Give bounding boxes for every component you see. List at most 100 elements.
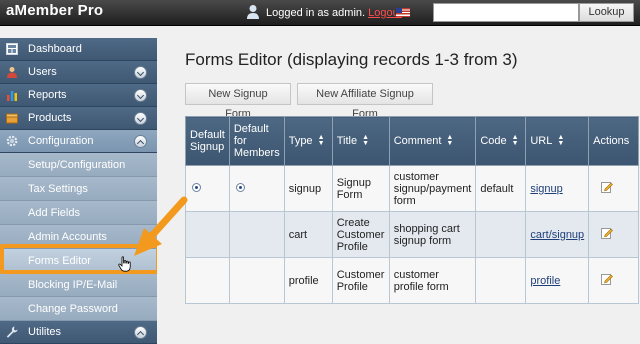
sort-icon[interactable]: ▲ ▼	[318, 134, 325, 147]
col-comment[interactable]: Comment ▲ ▼	[388, 116, 477, 166]
sidebar-item-dashboard[interactable]: Dashboard	[0, 38, 157, 61]
title-cell: Customer Profile	[331, 257, 390, 304]
sidebar-subitem-label: Add Fields	[28, 207, 80, 219]
code-cell	[475, 211, 527, 258]
sidebar-item-utilites[interactable]: Utilites	[0, 321, 157, 344]
col-title[interactable]: Title ▲ ▼	[331, 116, 390, 166]
search-input[interactable]	[433, 3, 579, 22]
sidebar-subitem-setup-configuration[interactable]: Setup/Configuration	[0, 153, 157, 177]
title-cell: Signup Form	[331, 165, 390, 212]
column-header-label: Default Signup	[190, 129, 225, 153]
edit-icon[interactable]	[601, 227, 614, 239]
column-header-label: Title	[336, 134, 358, 147]
sidebar-item-label: Products	[28, 112, 72, 124]
default-signup-cell	[185, 211, 230, 258]
sidebar-item-products[interactable]: Products	[0, 107, 157, 130]
default-members-cell	[228, 257, 285, 304]
default-members-cell	[228, 211, 285, 258]
sidebar-item-configuration[interactable]: Configuration	[0, 130, 157, 153]
user-icon	[247, 5, 259, 19]
edit-icon[interactable]	[601, 181, 614, 193]
edit-icon[interactable]	[601, 273, 614, 285]
sidebar-item-label: Configuration	[28, 135, 94, 147]
column-header-label: Comment	[393, 134, 442, 147]
col-default-members: Default for Members	[228, 116, 285, 166]
column-header-label: URL	[530, 134, 553, 147]
url-link[interactable]: signup	[530, 183, 562, 195]
chevron-down-icon[interactable]	[134, 66, 147, 79]
sidebar-subitem-label: Setup/Configuration	[28, 159, 126, 171]
sort-icon[interactable]: ▲ ▼	[557, 134, 564, 147]
sidebar-item-label: Users	[28, 66, 57, 78]
column-header-label: Actions	[593, 135, 630, 147]
sort-icon[interactable]: ▲ ▼	[362, 134, 369, 147]
actions-cell	[588, 211, 639, 258]
col-type[interactable]: Type ▲ ▼	[283, 116, 333, 166]
type-cell: signup	[283, 165, 333, 212]
type-cell: cart	[283, 211, 333, 258]
default-members-radio[interactable]	[235, 182, 245, 192]
title-cell: Create Customer Profile	[331, 211, 390, 258]
dashboard-icon	[6, 43, 18, 55]
users-icon	[7, 67, 17, 78]
new-signup-form-button[interactable]: New Signup Form	[185, 83, 291, 120]
actions-cell	[588, 257, 639, 304]
annotation-arrow	[134, 196, 188, 256]
hand-cursor-icon	[118, 256, 131, 272]
table-header-row: Default Signup Default for Members Type ▲…	[185, 116, 639, 166]
table-row: cart Create Customer Profile shopping ca…	[185, 211, 639, 258]
column-header-label: Default for Members	[233, 123, 280, 159]
chevron-up-icon[interactable]	[134, 326, 147, 339]
type-cell: profile	[283, 257, 333, 304]
sort-icon[interactable]: ▲ ▼	[446, 134, 453, 147]
comment-cell: shopping cart signup form	[388, 211, 477, 258]
url-cell: profile	[525, 257, 590, 304]
url-link[interactable]: profile	[530, 275, 560, 287]
comment-cell: customer signup/payment form	[388, 165, 477, 212]
chevron-down-icon[interactable]	[134, 89, 147, 102]
page-title: Forms Editor (displaying records 1-3 fro…	[185, 50, 518, 69]
sidebar-item-label: Reports	[28, 89, 67, 101]
sidebar-subitem-label: Tax Settings	[28, 183, 88, 195]
gear-icon	[6, 135, 18, 147]
code-cell: default	[475, 165, 527, 212]
sort-icon[interactable]: ▲ ▼	[512, 134, 519, 147]
chevron-up-icon[interactable]	[134, 135, 147, 148]
sidebar-subitem-blocking-ip-email[interactable]: Blocking IP/E-Mail	[0, 273, 157, 297]
lookup-button[interactable]: Lookup	[579, 3, 634, 22]
new-affiliate-signup-form-button[interactable]: New Affiliate Signup Form	[297, 83, 433, 120]
column-header-label: Code	[480, 134, 507, 147]
url-cell: signup	[525, 165, 590, 212]
col-url[interactable]: URL ▲ ▼	[525, 116, 590, 166]
sidebar-subitem-change-password[interactable]: Change Password	[0, 297, 157, 321]
column-header-label: Type	[288, 134, 313, 147]
sidebar-item-reports[interactable]: Reports	[0, 84, 157, 107]
sidebar-subitem-label: Blocking IP/E-Mail	[28, 279, 118, 291]
url-cell: cart/signup	[525, 211, 590, 258]
sidebar-item-label: Dashboard	[28, 43, 82, 55]
wrench-icon	[6, 326, 18, 338]
col-code[interactable]: Code ▲ ▼	[475, 116, 527, 166]
default-signup-radio[interactable]	[192, 182, 201, 192]
login-status-text: Logged in as admin.	[266, 7, 366, 19]
us-flag-icon[interactable]	[396, 8, 410, 17]
code-cell	[475, 257, 527, 304]
forms-table: Default Signup Default for Members Type ▲…	[185, 116, 639, 304]
default-signup-cell	[185, 165, 230, 212]
main-content: Forms Editor (displaying records 1-3 fro…	[157, 26, 640, 340]
table-row: profile Customer Profile customer profil…	[185, 257, 639, 304]
chevron-down-icon[interactable]	[134, 112, 147, 125]
login-status: Logged in as admin. Logout	[266, 7, 402, 19]
default-members-cell	[228, 165, 285, 212]
sidebar-item-label: Utilites	[28, 326, 62, 338]
sidebar-subitem-label: Admin Accounts	[28, 231, 107, 243]
top-bar: aMember Pro Logged in as admin. Logout L…	[0, 0, 640, 26]
url-link[interactable]: cart/signup	[530, 229, 584, 241]
sidebar-item-users[interactable]: Users	[0, 61, 157, 84]
products-icon	[6, 113, 18, 124]
app-brand: aMember Pro	[6, 2, 104, 19]
default-signup-cell	[185, 257, 230, 304]
table-row: signup Signup Form customer signup/payme…	[185, 165, 639, 212]
col-default-signup: Default Signup	[185, 116, 230, 166]
reports-icon	[7, 91, 17, 101]
